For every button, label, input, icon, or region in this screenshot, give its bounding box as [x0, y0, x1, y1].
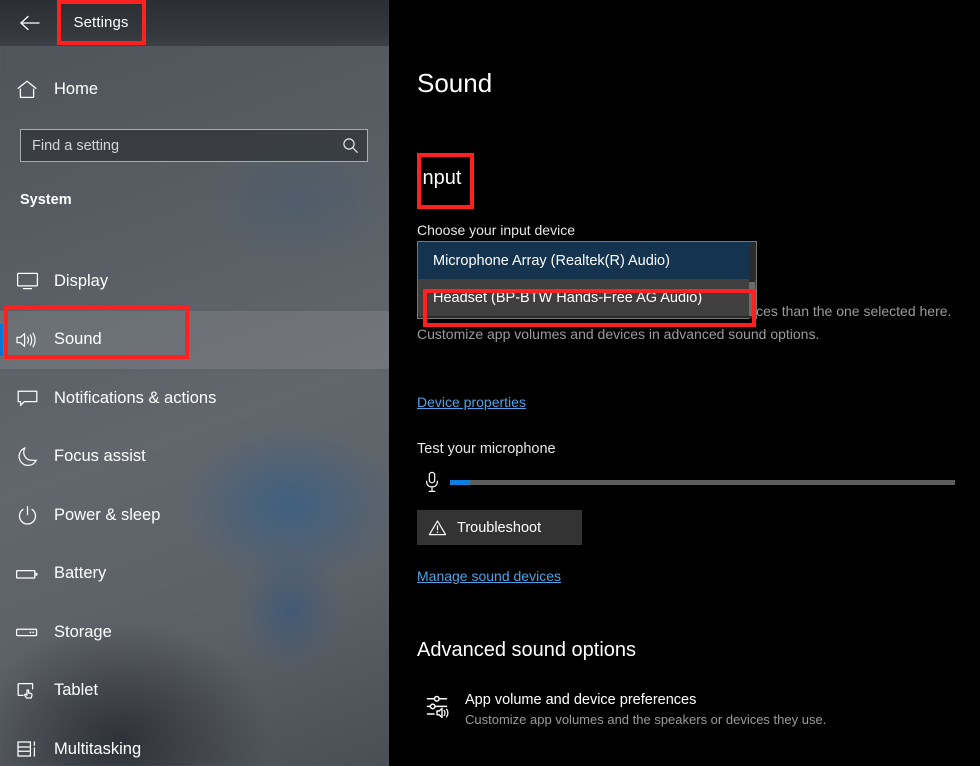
sidebar-item-battery-label: Battery	[54, 564, 107, 583]
test-microphone-label: Test your microphone	[417, 441, 556, 457]
app-volume-preferences-row[interactable]: App volume and device preferences Custom…	[417, 690, 962, 729]
mixer-icon	[417, 690, 465, 721]
search-icon[interactable]	[333, 137, 367, 154]
sidebar-item-home[interactable]: Home	[0, 70, 389, 108]
sidebar-nav-list: Display Sound Notifications & actions Fo…	[0, 252, 389, 766]
dropdown-scrollbar-thumb[interactable]	[749, 282, 755, 316]
input-section-heading: Input	[417, 167, 462, 189]
input-device-dropdown[interactable]: Microphone Array (Realtek(R) Audio) Head…	[417, 241, 757, 319]
tablet-icon	[0, 681, 54, 701]
advanced-sound-options-heading: Advanced sound options	[417, 639, 637, 661]
sidebar-item-multitasking[interactable]: Multitasking	[0, 720, 389, 766]
warning-triangle-icon	[417, 519, 457, 537]
multitasking-icon	[0, 739, 54, 759]
selection-accent-bar	[0, 323, 3, 356]
notification-icon	[0, 388, 54, 408]
choose-input-device-label: Choose your input device	[417, 222, 575, 238]
microphone-level-track	[450, 479, 955, 485]
sidebar-item-power-sleep-label: Power & sleep	[54, 505, 161, 524]
dropdown-option-microphone-array[interactable]: Microphone Array (Realtek(R) Audio)	[418, 242, 756, 279]
sidebar-item-storage-label: Storage	[54, 622, 112, 641]
troubleshoot-button[interactable]: Troubleshoot	[417, 510, 582, 545]
microphone-level-meter	[417, 468, 962, 496]
sidebar-item-sound[interactable]: Sound	[0, 310, 389, 369]
sidebar-item-display-label: Display	[54, 271, 109, 290]
device-properties-link[interactable]: Device properties	[417, 394, 526, 410]
app-volume-title: App volume and device preferences	[465, 692, 697, 708]
sidebar-item-notifications[interactable]: Notifications & actions	[0, 369, 389, 428]
monitor-icon	[0, 271, 54, 291]
main-content: Sound Input Choose your input device Cer…	[389, 0, 980, 766]
manage-sound-devices-link[interactable]: Manage sound devices	[417, 568, 561, 584]
app-volume-subtitle: Customize app volumes and the speakers o…	[465, 712, 827, 727]
sidebar-item-tablet-label: Tablet	[54, 681, 99, 700]
sidebar-item-storage[interactable]: Storage	[0, 603, 389, 662]
search-input[interactable]: Find a setting	[20, 129, 368, 162]
sidebar-item-sound-label: Sound	[54, 330, 102, 349]
power-icon	[0, 505, 54, 526]
sidebar-item-multitasking-label: Multitasking	[54, 739, 142, 758]
battery-icon	[0, 566, 54, 582]
sidebar-item-home-label: Home	[54, 79, 99, 98]
sidebar-item-power-sleep[interactable]: Power & sleep	[0, 486, 389, 545]
moon-icon	[0, 446, 54, 467]
page-title: Sound	[417, 68, 493, 98]
sidebar-item-focus-assist[interactable]: Focus assist	[0, 428, 389, 487]
settings-window: Settings Home Find a setting System Disp…	[0, 0, 980, 766]
sidebar-item-focus-assist-label: Focus assist	[54, 447, 146, 466]
sidebar-section-label: System	[20, 192, 72, 208]
microphone-icon	[417, 471, 447, 493]
sidebar-item-tablet[interactable]: Tablet	[0, 662, 389, 721]
sidebar: Settings Home Find a setting System Disp…	[0, 0, 389, 766]
back-arrow-icon[interactable]	[12, 6, 48, 40]
sidebar-item-display[interactable]: Display	[0, 252, 389, 311]
storage-icon	[0, 624, 54, 640]
microphone-level-fill	[450, 479, 471, 485]
settings-title: Settings	[73, 13, 129, 31]
search-input-placeholder: Find a setting	[32, 137, 120, 154]
home-icon	[0, 79, 54, 100]
sidebar-item-notifications-label: Notifications & actions	[54, 388, 217, 407]
sidebar-item-battery[interactable]: Battery	[0, 545, 389, 604]
speaker-icon	[0, 330, 54, 350]
troubleshoot-button-label: Troubleshoot	[457, 519, 542, 536]
dropdown-option-headset[interactable]: Headset (BP-BTW Hands-Free AG Audio)	[418, 279, 756, 316]
